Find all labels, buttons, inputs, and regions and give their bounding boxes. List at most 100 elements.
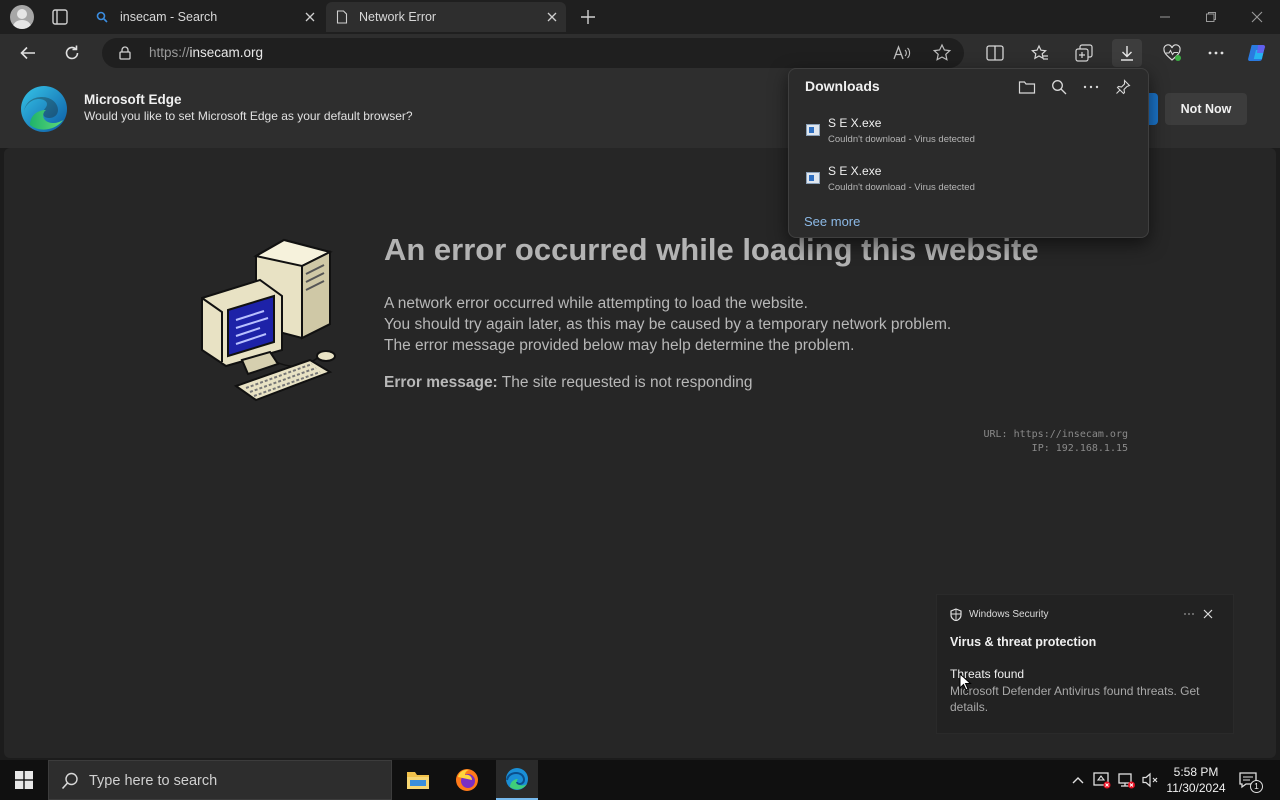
- firefox-icon: [456, 769, 478, 791]
- star-icon: [932, 43, 952, 61]
- tab-strip: insecam - Search Network Error: [0, 0, 1280, 34]
- close-window-button[interactable]: [1242, 6, 1272, 28]
- browser-essentials-button[interactable]: [1157, 39, 1187, 67]
- folder-icon: [407, 772, 429, 789]
- download-status: Couldn't download - Virus detected: [828, 182, 975, 193]
- avatar-icon: [13, 9, 31, 29]
- profile-avatar[interactable]: [10, 5, 34, 29]
- pin-downloads-button[interactable]: [1112, 76, 1134, 98]
- collections-button[interactable]: [1069, 39, 1099, 67]
- lock-icon: [119, 46, 131, 60]
- download-item[interactable]: S E X.exe Couldn't download - Virus dete…: [789, 107, 1148, 153]
- url-text: https://insecam.org: [149, 45, 263, 60]
- downloads-more-button[interactable]: [1080, 76, 1102, 98]
- close-tab-button[interactable]: [302, 9, 318, 25]
- exe-file-icon: [806, 172, 820, 184]
- system-clock[interactable]: 5:58 PM 11/30/2024: [1160, 764, 1232, 796]
- open-folder-button[interactable]: [1016, 76, 1038, 98]
- error-message: Error message: The site requested is not…: [384, 374, 753, 392]
- edge-logo-icon: [21, 86, 67, 132]
- favorites-button[interactable]: [1025, 39, 1055, 67]
- security-notification[interactable]: Windows Security Virus & threat protecti…: [936, 594, 1234, 734]
- download-filename: S E X.exe: [828, 164, 882, 178]
- notification-close-button[interactable]: [1201, 607, 1215, 621]
- see-more-link[interactable]: See more: [804, 214, 860, 229]
- more-icon: [1208, 51, 1224, 55]
- exe-file-icon: [806, 124, 820, 136]
- tab-actions-button[interactable]: [50, 7, 70, 27]
- split-screen-button[interactable]: [980, 39, 1010, 67]
- downloads-panel: Downloads S E X.exe Couldn't download - …: [788, 68, 1149, 238]
- download-item[interactable]: S E X.exe Couldn't download - Virus dete…: [789, 155, 1148, 201]
- mouse-cursor-icon: [959, 673, 972, 691]
- error-description-line: A network error occurred while attemptin…: [384, 295, 808, 312]
- notification-count-badge: 1: [1250, 780, 1263, 793]
- minimize-button[interactable]: [1150, 6, 1180, 28]
- tab-insecam-search[interactable]: insecam - Search: [86, 2, 324, 32]
- close-tab-button[interactable]: [544, 9, 560, 25]
- read-aloud-icon: [893, 45, 911, 60]
- notification-app-name: Windows Security: [969, 609, 1049, 620]
- start-button[interactable]: [14, 770, 34, 790]
- volume-icon[interactable]: [1140, 770, 1160, 790]
- search-icon: [96, 11, 108, 23]
- firefox-button[interactable]: [455, 768, 479, 792]
- edge-taskbar-button[interactable]: [496, 760, 538, 800]
- search-downloads-button[interactable]: [1048, 76, 1070, 98]
- refresh-button[interactable]: [57, 39, 87, 67]
- download-filename: S E X.exe: [828, 116, 882, 130]
- more-icon: [1184, 613, 1194, 615]
- notification-more-button[interactable]: [1182, 607, 1196, 621]
- notification-body: Microsoft Defender Antivirus found threa…: [950, 684, 1200, 714]
- plus-icon: [581, 10, 595, 24]
- windows-logo-icon: [15, 771, 33, 789]
- not-now-button[interactable]: Not Now: [1165, 93, 1247, 125]
- clock-date: 11/30/2024: [1166, 781, 1226, 795]
- settings-more-button[interactable]: [1201, 39, 1231, 67]
- address-bar[interactable]: https://insecam.org: [102, 38, 964, 68]
- tab-title: Network Error: [359, 10, 437, 24]
- error-url-info: URL: https://insecam.org: [983, 429, 1129, 440]
- back-button[interactable]: [13, 39, 43, 67]
- url-host: insecam.org: [189, 45, 264, 60]
- page-icon: [336, 10, 348, 24]
- tab-network-error[interactable]: Network Error: [326, 2, 566, 32]
- file-explorer-button[interactable]: [405, 768, 431, 792]
- favorites-icon: [1031, 44, 1048, 60]
- read-aloud-button[interactable]: [892, 44, 912, 62]
- error-ip-info: IP: 192.168.1.15: [1031, 443, 1128, 454]
- show-hidden-icons-button[interactable]: [1068, 770, 1088, 790]
- error-message-label: Error message:: [384, 374, 498, 391]
- edge-logo: [20, 85, 68, 133]
- notification-heading: Virus & threat protection: [950, 635, 1097, 649]
- clock-time: 5:58 PM: [1173, 765, 1219, 779]
- collections-icon: [1075, 44, 1093, 62]
- downloads-button[interactable]: [1112, 39, 1142, 67]
- tab-actions-icon: [52, 9, 68, 25]
- copilot-button[interactable]: [1243, 39, 1273, 67]
- retro-computer-illustration: [198, 238, 340, 408]
- infobar-title: Microsoft Edge: [84, 92, 182, 107]
- taskbar-search-box[interactable]: Type here to search: [48, 760, 392, 800]
- minimize-icon: [1160, 16, 1170, 18]
- copilot-icon: [1248, 45, 1266, 61]
- restore-button[interactable]: [1196, 6, 1226, 28]
- favorite-star-button[interactable]: [932, 43, 952, 63]
- error-description-line: The error message provided below may hel…: [384, 337, 855, 354]
- new-tab-button[interactable]: [578, 7, 598, 27]
- search-icon: [1052, 80, 1067, 95]
- network-disconnected-icon: [1118, 773, 1135, 789]
- tab-title: insecam - Search: [120, 10, 218, 24]
- shield-icon: [950, 608, 962, 621]
- pin-icon: [1116, 79, 1131, 95]
- edge-icon: [506, 768, 528, 790]
- network-icon[interactable]: [1116, 770, 1136, 790]
- speaker-muted-icon: [1142, 772, 1158, 788]
- navigation-toolbar: https://insecam.org: [0, 34, 1280, 72]
- notification-center-button[interactable]: 1: [1238, 770, 1263, 793]
- taskbar: Type here to search 5:58 PM 11/30/2024 1: [0, 760, 1280, 800]
- tray-security-icon[interactable]: [1092, 770, 1112, 790]
- error-description-line: You should try again later, as this may …: [384, 316, 952, 333]
- refresh-icon: [65, 45, 79, 60]
- download-icon: [1121, 46, 1133, 61]
